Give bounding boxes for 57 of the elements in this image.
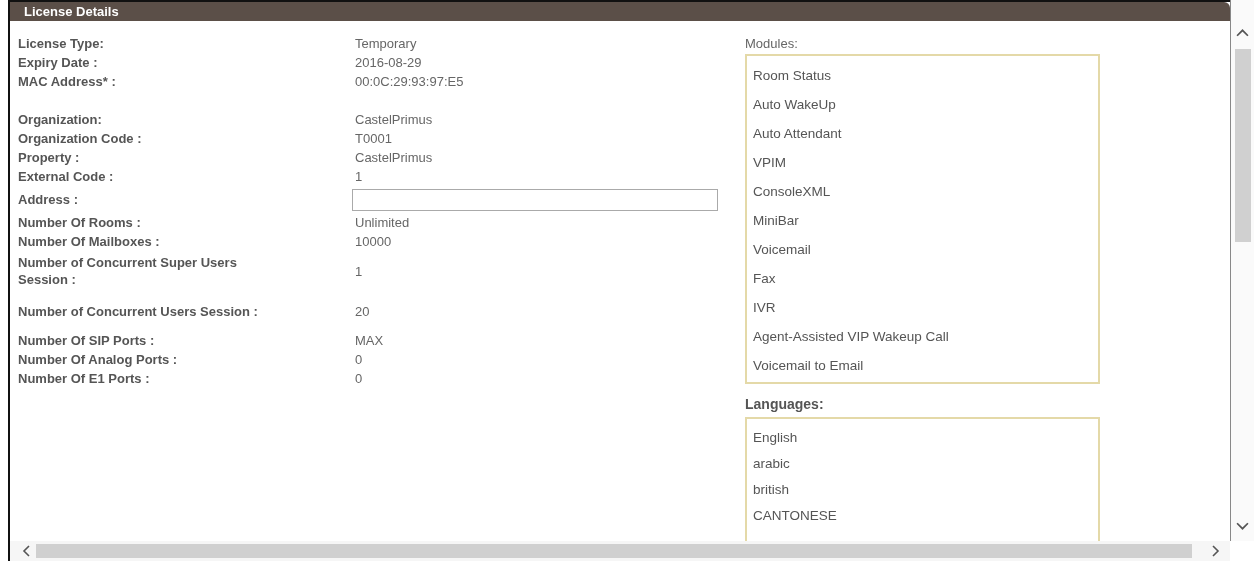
field-value: MAX: [355, 333, 385, 348]
field-label: Organization:: [18, 111, 103, 128]
field-value: 20: [355, 303, 371, 319]
field-label: Number Of Rooms :: [18, 214, 142, 231]
field-label: Number Of E1 Ports :: [18, 370, 151, 387]
module-item[interactable]: Voicemail to Email: [753, 351, 1098, 380]
field-label: Address :: [18, 191, 79, 208]
field-value: Unlimited: [355, 215, 411, 230]
language-item[interactable]: CANTONESE: [753, 503, 1098, 529]
panel-title: License Details: [24, 4, 119, 19]
scroll-down-icon[interactable]: [1236, 522, 1249, 531]
module-item[interactable]: Room Status: [753, 61, 1098, 90]
horizontal-scrollbar[interactable]: [8, 541, 1230, 561]
scrollbar-thumb[interactable]: [36, 544, 1192, 558]
modules-label: Modules:: [745, 35, 798, 53]
field-value: 0: [355, 352, 364, 367]
languages-label: Languages:: [745, 396, 824, 412]
address-field[interactable]: [352, 188, 718, 211]
module-item[interactable]: MiniBar: [753, 206, 1098, 235]
field-value: CastelPrimus: [355, 150, 434, 165]
field-label: Number of Concurrent Users Session :: [18, 302, 259, 320]
field-label: Organization Code :: [18, 130, 143, 147]
module-item[interactable]: Fax: [753, 264, 1098, 293]
field-value: T0001: [355, 131, 393, 146]
field-value: 0: [355, 371, 364, 386]
language-item[interactable]: English: [753, 425, 1098, 451]
field-label: Number Of Analog Ports :: [18, 351, 179, 368]
scroll-right-icon[interactable]: [1212, 545, 1220, 557]
scrollbar-thumb[interactable]: [1234, 49, 1251, 242]
field-label: Expiry Date :: [18, 54, 99, 71]
field-value: Temporary: [355, 36, 418, 51]
scroll-up-icon[interactable]: [1236, 28, 1249, 37]
field-label: Number Of Mailboxes :: [18, 233, 161, 250]
module-item[interactable]: VPIM: [753, 148, 1098, 177]
field-value: CastelPrimus: [355, 112, 434, 127]
field-value: 1: [355, 263, 364, 279]
field-label: External Code :: [18, 168, 115, 185]
vertical-scrollbar[interactable]: [1230, 0, 1254, 541]
language-item[interactable]: british: [753, 477, 1098, 503]
field-value: 00:0C:29:93:97:E5: [355, 74, 465, 89]
field-value: 10000: [355, 234, 393, 249]
field-value: 2016-08-29: [355, 55, 423, 70]
module-item[interactable]: ConsoleXML: [753, 177, 1098, 206]
module-item[interactable]: Auto WakeUp: [753, 90, 1098, 119]
field-label: License Type:: [18, 35, 105, 52]
module-item[interactable]: IVR: [753, 293, 1098, 322]
module-item[interactable]: Voicemail: [753, 235, 1098, 264]
field-label: Property :: [18, 149, 81, 166]
modules-listbox[interactable]: Room Status Auto WakeUp Auto Attendant VPIM ConsoleXML MiniBar Voicemail Fax IVR Agent-Assisted VIP Wakeup Call Voicemail to Email: [745, 54, 1100, 384]
field-label: MAC Address* :: [18, 73, 117, 90]
module-item[interactable]: Agent-Assisted VIP Wakeup Call: [753, 322, 1098, 351]
field-label: Number of Concurrent Super Users Session :: [18, 254, 238, 288]
language-item[interactable]: arabic: [753, 451, 1098, 477]
module-item[interactable]: Auto Attendant: [753, 119, 1098, 148]
scroll-left-icon[interactable]: [22, 545, 30, 557]
field-value: 1: [355, 169, 364, 184]
field-label: Number Of SIP Ports :: [18, 332, 156, 349]
